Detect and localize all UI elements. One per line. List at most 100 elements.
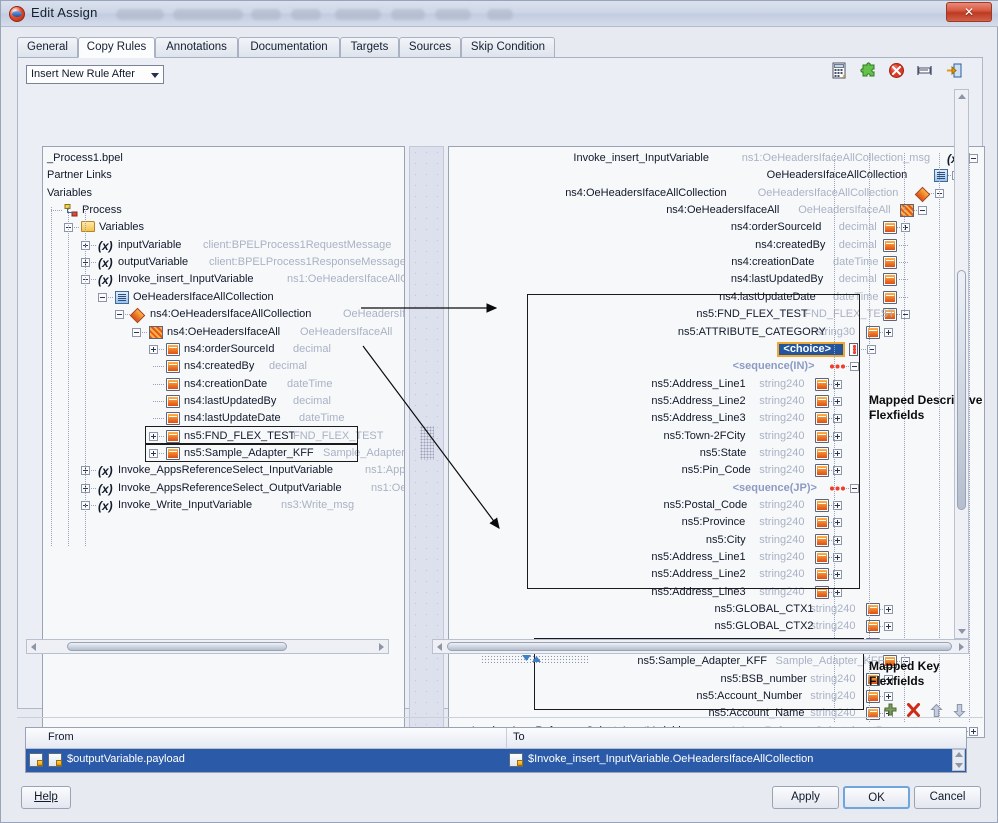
add-rule-button[interactable] (883, 703, 898, 718)
collapse-icon[interactable] (115, 310, 124, 319)
tab-skip-condition[interactable]: Skip Condition (461, 37, 555, 58)
expand-icon[interactable] (884, 605, 893, 614)
scroll-left-icon-2[interactable] (437, 643, 442, 651)
expand-icon[interactable] (149, 345, 158, 354)
right-tree-vscroll-thumb[interactable] (957, 270, 966, 510)
apply-button[interactable]: Apply (772, 786, 839, 809)
tab-annotations[interactable]: Annotations (155, 37, 238, 58)
table-vscrollbar[interactable] (952, 749, 965, 771)
tree-node[interactable]: ns4:OeHeadersIfaceAllCollection OeHeaders… (43, 306, 404, 324)
calculator-icon[interactable]: x (832, 62, 849, 80)
collapse-icon[interactable] (918, 206, 927, 215)
move-up-button[interactable] (929, 703, 944, 718)
scroll-left-icon[interactable] (31, 643, 36, 651)
splitter-up-icon[interactable] (532, 654, 541, 666)
left-tree-hscrollbar[interactable] (26, 639, 389, 654)
ruler-icon[interactable] (916, 62, 933, 79)
chevron-down-icon (151, 73, 159, 78)
tree-node[interactable]: Variables (43, 185, 404, 202)
tree-node[interactable]: ns4:createdBy decimal (43, 358, 404, 375)
divider-grip[interactable] (420, 426, 434, 460)
right-tree-hscrollbar[interactable] (432, 639, 969, 654)
tree-node[interactable]: (x) inputVariable client:BPELProcess1Reque… (43, 237, 404, 254)
tree-guide-line (51, 207, 52, 547)
expand-icon[interactable] (901, 223, 910, 232)
tree-node[interactable]: (x) Invoke_Write_InputVariable ns3:Write_m… (43, 497, 404, 514)
title-ghost-6 (391, 9, 425, 20)
tree-node-label: Invoke_insert_InputVariable (118, 273, 254, 285)
tree-node[interactable]: ns4:lastUpdateDate dateTime (43, 410, 404, 427)
ok-button[interactable]: OK (843, 786, 910, 809)
expand-icon[interactable] (884, 692, 893, 701)
tree-node-type: decimal (838, 273, 877, 285)
table-scroll-down-icon[interactable] (954, 763, 963, 768)
tree-node[interactable]: Variables (43, 219, 404, 236)
expand-icon[interactable] (884, 622, 893, 631)
tree-node[interactable]: Partner Links (43, 167, 404, 184)
tree-node[interactable]: _Process1.bpel (43, 150, 404, 167)
tree-connector (159, 349, 165, 350)
table-scroll-up-icon[interactable] (954, 752, 963, 757)
tree-node[interactable]: OeHeadersIfaceAllCollection (43, 289, 404, 306)
tab-documentation[interactable]: Documentation (238, 37, 340, 58)
tree-node-type: OeHeadersIfaceAll (798, 204, 891, 216)
tree-node[interactable]: Process (43, 202, 404, 219)
highlight-box (145, 443, 358, 462)
help-button[interactable]: Help (21, 786, 71, 809)
scroll-down-icon[interactable] (958, 629, 966, 634)
tree-node[interactable]: ns4:creationDate dateTime (43, 376, 404, 393)
tab-sources[interactable]: Sources (399, 37, 461, 58)
tree-node-type: decimal (269, 360, 307, 372)
tree-node-type: decimal (293, 395, 331, 407)
tree-node-label: ns4:orderSourceId (730, 221, 822, 233)
tree-node[interactable]: (x) Invoke_AppsReferenceSelect_OutputVari… (43, 480, 404, 497)
tab-copy-rules[interactable]: Copy Rules (78, 37, 155, 58)
mapped-key-flexfields-note: Mapped Key Flexfields (869, 659, 940, 689)
export-icon[interactable] (946, 62, 963, 79)
dialog-footer: Help Apply OK Cancel (2, 776, 997, 822)
scroll-right-icon-2[interactable] (959, 643, 964, 651)
cancel-button[interactable]: Cancel (914, 786, 981, 809)
right-tree-vscrollbar[interactable] (954, 89, 969, 639)
variable-icon: (x) (98, 239, 113, 253)
tree-node[interactable]: (x) Invoke_insert_InputVariable ns1:OeHead… (43, 271, 404, 288)
tree-node[interactable]: (x) Invoke_AppsReferenceSelect_InputVaria… (43, 462, 404, 479)
collapse-icon[interactable] (132, 328, 141, 337)
tree-node[interactable]: ns4:OeHeadersIfaceAll OeHeadersIfaceAll (43, 324, 404, 341)
row-indicator-icon (29, 753, 43, 767)
from-expression-icon[interactable] (48, 753, 62, 767)
collapse-icon[interactable] (969, 154, 978, 163)
insert-rule-mode-select[interactable]: Insert New Rule After (26, 65, 164, 84)
tree-node[interactable]: ns4:orderSourceId decimal (43, 341, 404, 358)
delete-circle-icon[interactable] (888, 62, 905, 79)
to-expression-icon[interactable] (509, 753, 523, 767)
splitter-down-icon[interactable] (522, 654, 531, 666)
message-icon (934, 169, 948, 182)
tree-node[interactable]: ns4:lastUpdatedBy decimal (43, 393, 404, 410)
tab-targets[interactable]: Targets (340, 37, 399, 58)
copy-rules-table[interactable]: From To $outputVariable.payload $Invoke_… (25, 727, 967, 773)
expand-icon[interactable] (884, 328, 893, 337)
message-icon (115, 291, 129, 304)
expand-icon[interactable] (969, 727, 978, 736)
tree-node-label: _Process1.bpel (47, 152, 123, 164)
tree-node-type: dateTime (833, 256, 879, 268)
right-tree-hscroll-thumb[interactable] (447, 642, 952, 651)
tree-node-type: ns1:OeHeadersIfaceAllCollection_msg (741, 152, 931, 164)
delete-rule-button[interactable] (906, 703, 921, 718)
tree-connector (91, 488, 97, 489)
collapse-icon[interactable] (98, 293, 107, 302)
left-tree-hscroll-thumb[interactable] (67, 642, 287, 651)
scroll-right-icon[interactable] (379, 643, 384, 651)
puzzle-piece-icon[interactable] (860, 62, 877, 79)
collapse-icon[interactable] (901, 310, 910, 319)
tree-node[interactable]: (x) outputVariable client:BPELProcess1Resp… (43, 254, 404, 271)
variable-icon: (x) (98, 499, 113, 513)
table-row[interactable]: $outputVariable.payload $Invoke_insert_I… (26, 749, 966, 772)
scroll-up-icon[interactable] (958, 94, 966, 99)
close-button[interactable]: ✕ (946, 2, 992, 22)
tab-general[interactable]: General (17, 37, 78, 58)
move-down-button[interactable] (952, 703, 967, 718)
element-icon (883, 291, 897, 304)
tree-node-label: Invoke_AppsReferenceSelect_InputVariable (118, 464, 334, 476)
